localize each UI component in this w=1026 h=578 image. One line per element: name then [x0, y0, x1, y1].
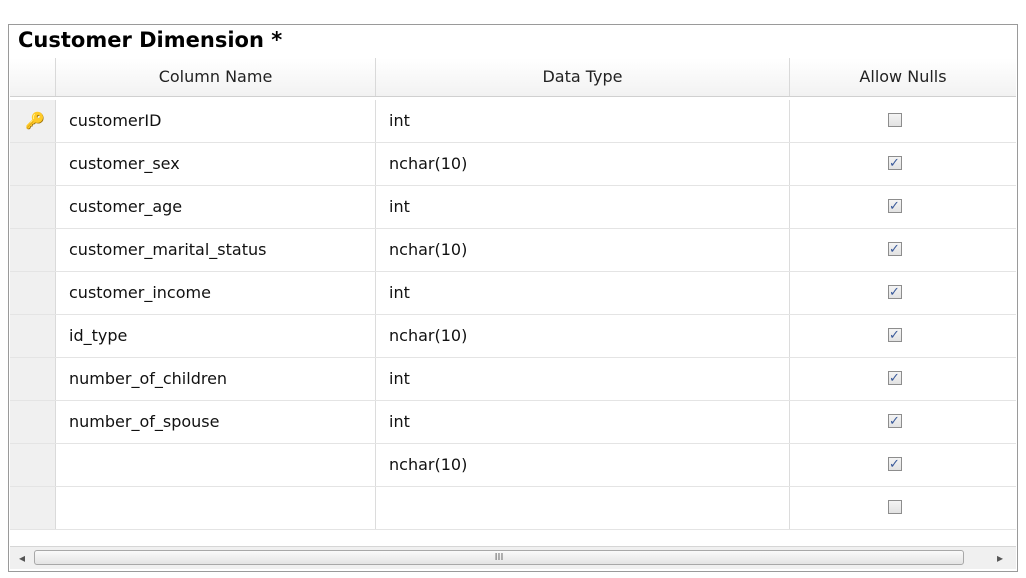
data-type-cell[interactable]: int	[376, 100, 790, 142]
allow-nulls-checkbox[interactable]	[888, 272, 902, 314]
row-selector[interactable]	[10, 487, 56, 529]
horizontal-scrollbar[interactable]: ◂ III ▸	[10, 546, 1016, 569]
data-type-cell[interactable]: nchar(10)	[376, 315, 790, 357]
column-name-header[interactable]: Column Name	[56, 58, 376, 96]
table-row[interactable]	[10, 487, 1016, 530]
allow-nulls-cell	[790, 315, 1016, 357]
allow-nulls-checkbox[interactable]	[888, 315, 902, 357]
data-type-cell[interactable]: int	[376, 401, 790, 443]
data-type-cell[interactable]	[376, 487, 790, 529]
table-row[interactable]: number_of_spouse int	[10, 401, 1016, 444]
allow-nulls-cell	[790, 186, 1016, 228]
scroll-right-arrow-icon[interactable]: ▸	[990, 550, 1010, 566]
data-type-cell[interactable]: nchar(10)	[376, 229, 790, 271]
allow-nulls-checkbox[interactable]	[888, 113, 902, 127]
allow-nulls-cell	[790, 272, 1016, 314]
column-name-cell[interactable]: id_type	[56, 315, 376, 357]
page-title: Customer Dimension *	[18, 28, 283, 52]
row-selector[interactable]	[10, 272, 56, 314]
row-selector[interactable]	[10, 315, 56, 357]
table-row[interactable]: 🔑 customerID int	[10, 100, 1016, 143]
allow-nulls-cell	[790, 487, 1016, 529]
column-name-cell[interactable]	[56, 444, 376, 486]
allow-nulls-checkbox[interactable]	[888, 229, 902, 271]
column-name-cell[interactable]: customerID	[56, 100, 376, 142]
allow-nulls-cell	[790, 100, 1016, 142]
scroll-left-arrow-icon[interactable]: ◂	[12, 550, 32, 566]
grid-header: Column Name Data Type Allow Nulls	[10, 58, 1016, 97]
data-type-header[interactable]: Data Type	[376, 58, 790, 96]
row-selector[interactable]	[10, 444, 56, 486]
column-name-cell[interactable]: number_of_children	[56, 358, 376, 400]
data-type-cell[interactable]: nchar(10)	[376, 143, 790, 185]
row-selector[interactable]	[10, 401, 56, 443]
table-row[interactable]: id_type nchar(10)	[10, 315, 1016, 358]
column-name-cell[interactable]	[56, 487, 376, 529]
thumb-grip: III	[494, 552, 504, 563]
data-type-cell[interactable]: int	[376, 186, 790, 228]
data-type-cell[interactable]: nchar(10)	[376, 444, 790, 486]
column-name-cell[interactable]: customer_income	[56, 272, 376, 314]
column-name-cell[interactable]: customer_marital_status	[56, 229, 376, 271]
allow-nulls-checkbox[interactable]	[888, 401, 902, 443]
row-selector[interactable]	[10, 186, 56, 228]
allow-nulls-header[interactable]: Allow Nulls	[790, 58, 1016, 96]
column-name-cell[interactable]: customer_sex	[56, 143, 376, 185]
table-row[interactable]: nchar(10)	[10, 444, 1016, 487]
column-name-cell[interactable]: number_of_spouse	[56, 401, 376, 443]
scrollbar-thumb[interactable]: III	[34, 550, 964, 565]
row-selector[interactable]: 🔑	[10, 100, 56, 142]
table-row[interactable]: customer_sex nchar(10)	[10, 143, 1016, 186]
table-row[interactable]: customer_age int	[10, 186, 1016, 229]
table-row[interactable]: number_of_children int	[10, 358, 1016, 401]
allow-nulls-checkbox[interactable]	[888, 444, 902, 486]
allow-nulls-checkbox[interactable]	[888, 186, 902, 228]
row-selector-header	[10, 58, 56, 96]
allow-nulls-cell	[790, 358, 1016, 400]
allow-nulls-cell	[790, 444, 1016, 486]
table-row[interactable]: customer_marital_status nchar(10)	[10, 229, 1016, 272]
allow-nulls-checkbox[interactable]	[888, 358, 902, 400]
allow-nulls-cell	[790, 229, 1016, 271]
primary-key-icon: 🔑	[25, 111, 45, 130]
data-type-cell[interactable]: int	[376, 358, 790, 400]
row-selector[interactable]	[10, 143, 56, 185]
table-row[interactable]: customer_income int	[10, 272, 1016, 315]
allow-nulls-cell	[790, 143, 1016, 185]
row-selector[interactable]	[10, 358, 56, 400]
row-selector[interactable]	[10, 229, 56, 271]
allow-nulls-checkbox[interactable]	[888, 143, 902, 185]
allow-nulls-checkbox[interactable]	[888, 500, 902, 514]
data-type-cell[interactable]: int	[376, 272, 790, 314]
allow-nulls-cell	[790, 401, 1016, 443]
column-name-cell[interactable]: customer_age	[56, 186, 376, 228]
